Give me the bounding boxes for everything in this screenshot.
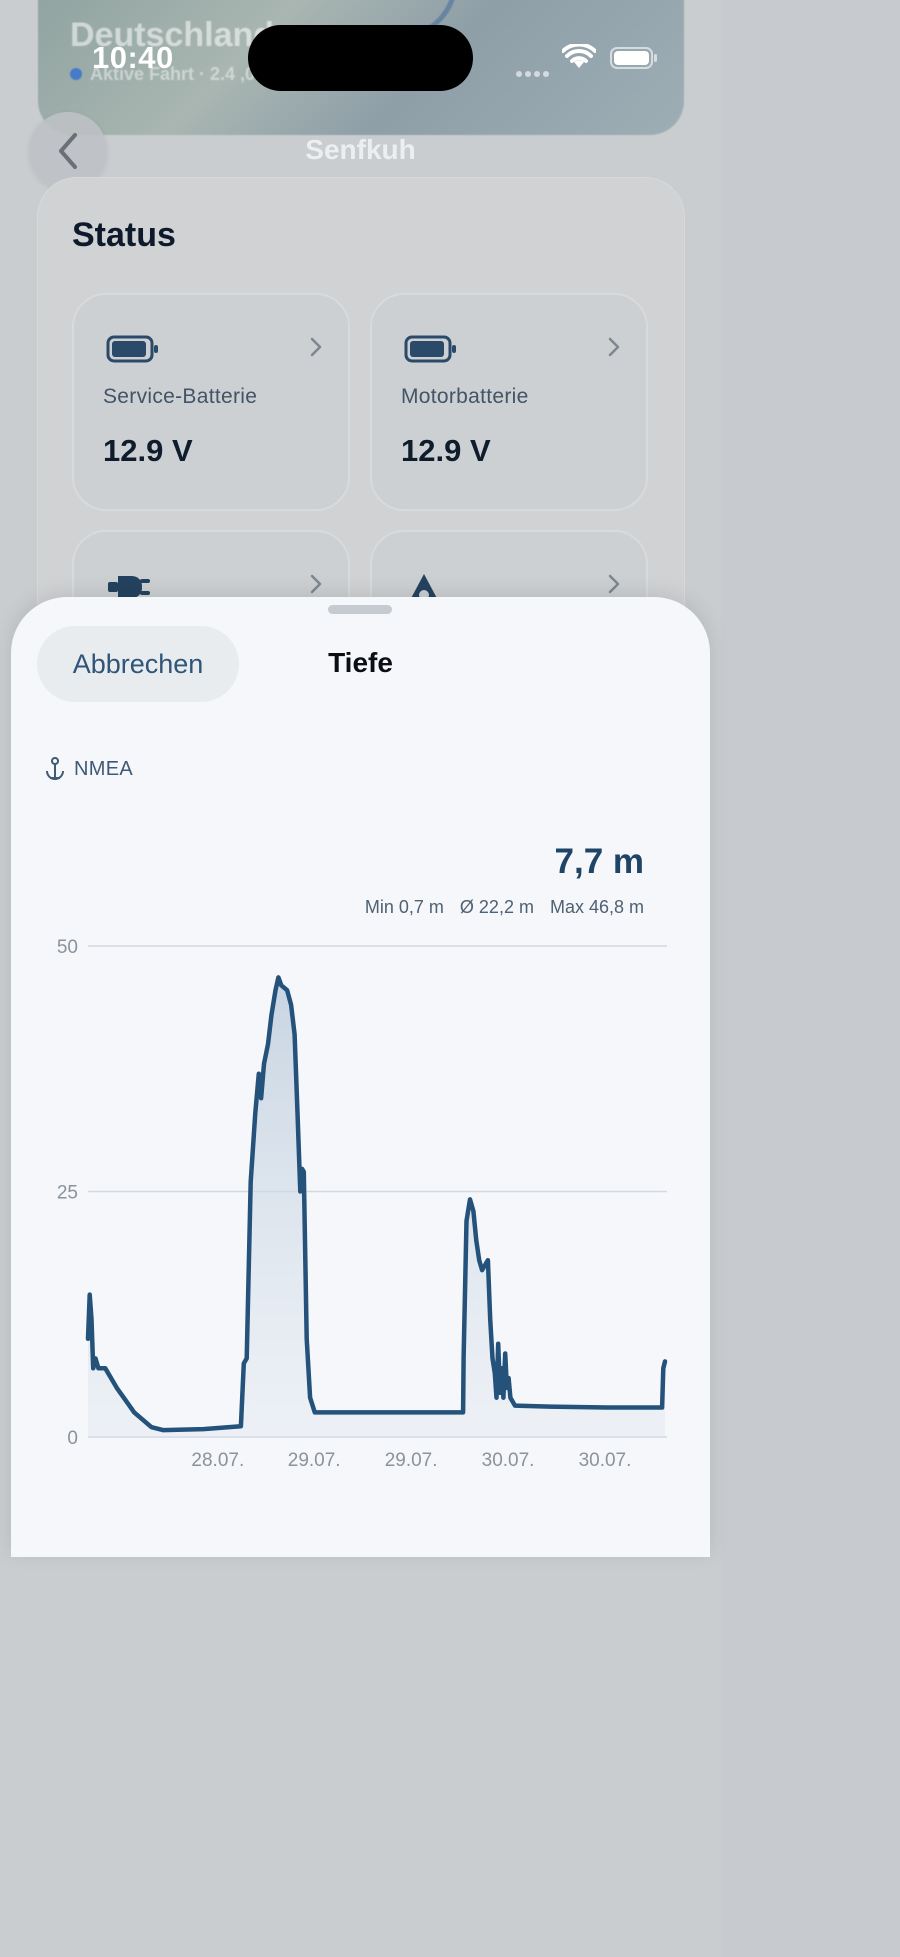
anchor-icon — [46, 757, 64, 780]
sheet-grabber[interactable] — [328, 605, 392, 614]
x-tick-label: 30.07. — [482, 1450, 535, 1471]
depth-line — [85, 975, 668, 1433]
y-tick-label: 0 — [67, 1428, 78, 1449]
tile-service-battery[interactable]: Service-Batterie 12.9 V — [72, 293, 350, 511]
x-tick-label: 28.07. — [191, 1450, 244, 1471]
tile-value: 12.9 V — [103, 433, 193, 468]
battery-status-icon — [610, 47, 657, 69]
chevron-right-icon — [310, 574, 322, 594]
depth-chart[interactable]: 50 25 0 28.07. 29.07. 29.07. 30.07. 30.07. — [40, 930, 680, 1480]
y-tick-label: 50 — [57, 937, 78, 958]
y-tick-label: 25 — [57, 1183, 78, 1204]
tile-value: 12.9 V — [401, 433, 491, 468]
stat-avg: Ø 22,2 m — [459, 897, 534, 917]
x-tick-label: 29.07. — [288, 1450, 341, 1471]
chevron-right-icon — [608, 574, 620, 594]
source-row: NMEA — [44, 757, 133, 781]
dynamic-island — [248, 25, 473, 91]
battery-icon — [106, 335, 158, 363]
depth-area — [88, 977, 665, 1437]
x-tick-label: 30.07. — [579, 1450, 632, 1471]
signal-icon — [516, 64, 552, 77]
tile-label: Service-Batterie — [103, 385, 258, 408]
source-label: NMEA — [74, 757, 133, 780]
nav-title: Senfkuh — [305, 134, 416, 165]
x-tick-label: 29.07. — [385, 1450, 438, 1471]
battery-icon — [404, 335, 456, 363]
status-time: 10:40 — [92, 40, 174, 75]
sheet-title: Tiefe — [328, 647, 393, 678]
tile-label: Motorbatterie — [401, 385, 529, 408]
tile-engine-battery[interactable]: Motorbatterie 12.9 V — [370, 293, 648, 511]
current-depth-value: 7,7 m — [554, 842, 645, 881]
sheet-bottom — [11, 1480, 710, 1557]
chevron-right-icon — [608, 337, 620, 357]
chevron-right-icon — [310, 337, 322, 357]
stat-min: Min 0,7 m — [364, 897, 444, 917]
status-heading: Status — [72, 216, 176, 254]
wifi-icon — [562, 44, 596, 68]
stats-row: Min 0,7 m Ø 22,2 m Max 46,8 m — [365, 897, 644, 918]
status-bar: 10:40 — [0, 0, 721, 115]
stat-max: Max 46,8 m — [549, 897, 644, 917]
